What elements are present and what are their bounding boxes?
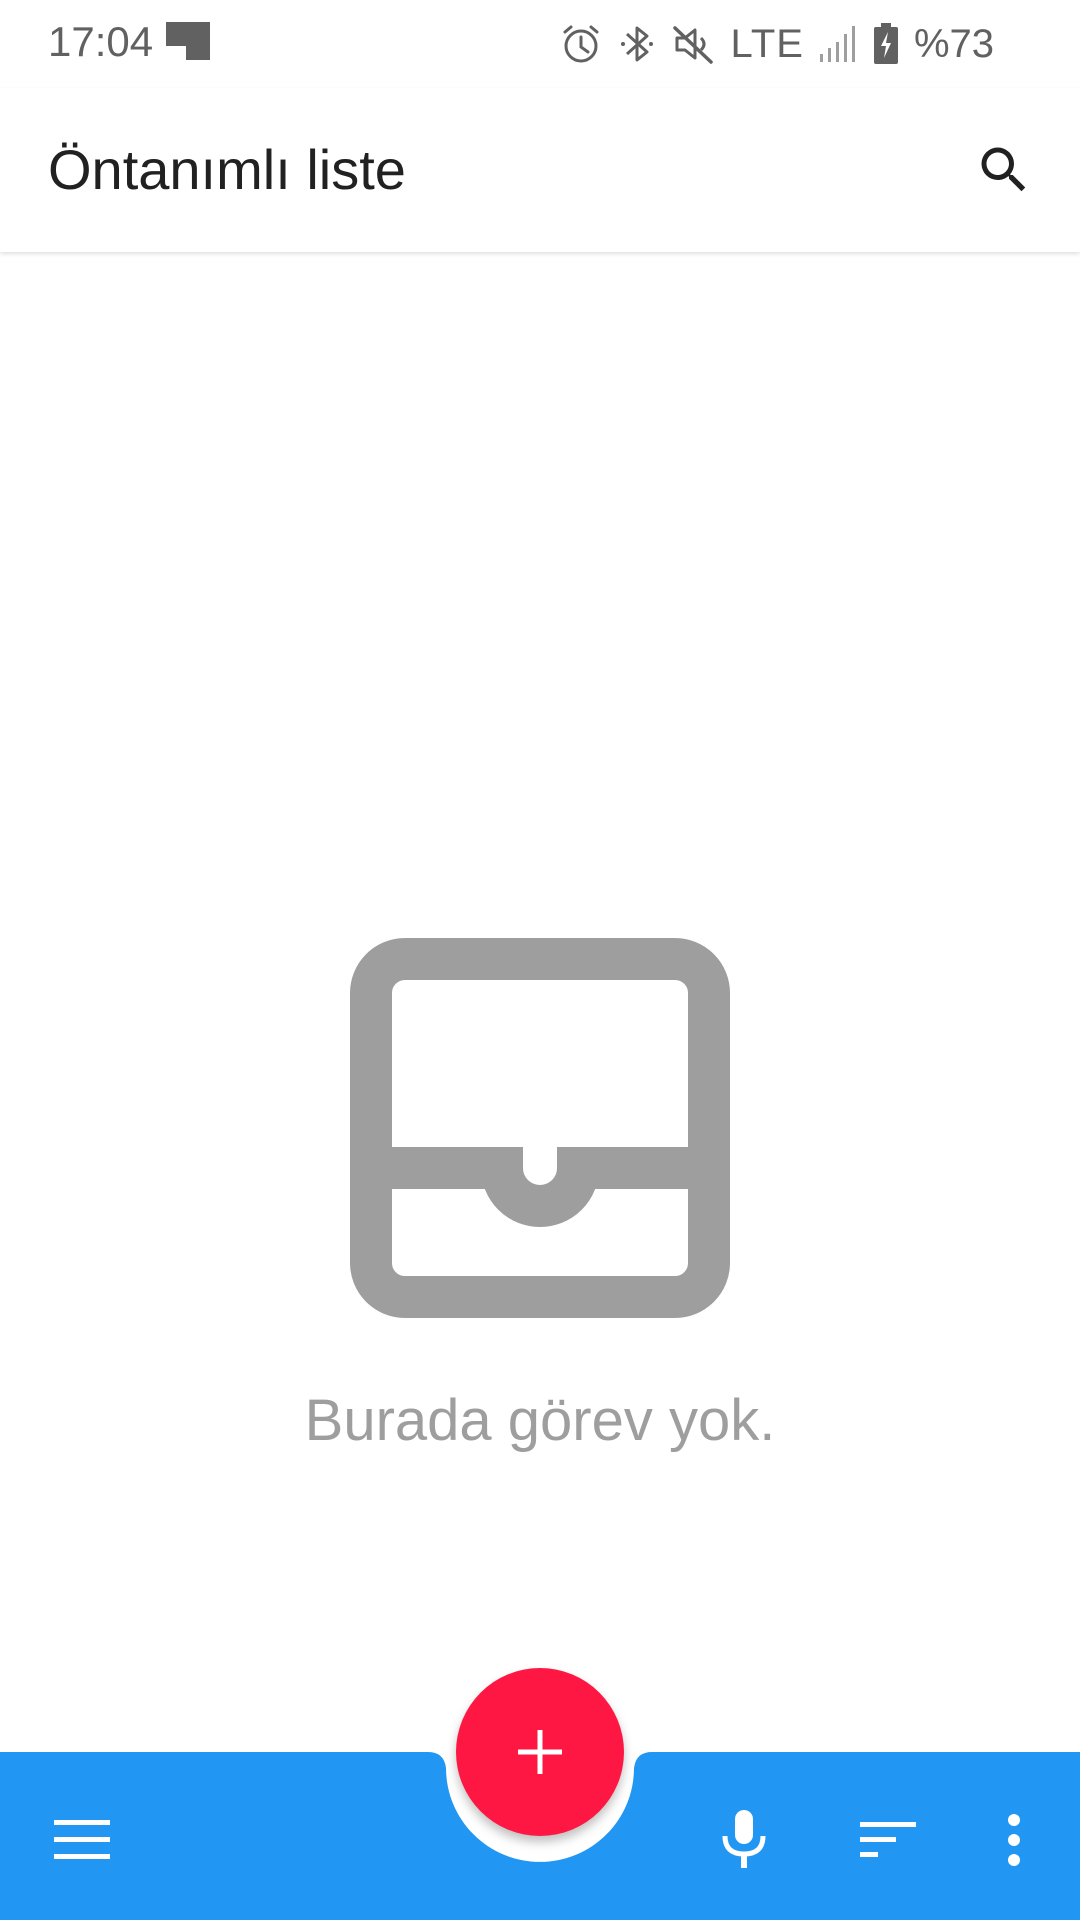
sort-icon [860, 1822, 916, 1857]
app-bar: Öntanımlı liste [0, 88, 1080, 252]
more-options-button[interactable] [966, 1792, 1062, 1888]
alarm-icon [563, 25, 599, 63]
add-icon [518, 1730, 562, 1774]
add-task-button[interactable] [456, 1668, 624, 1836]
screen: 17:04 LTE %73 Öntanımlı liste Burada gör… [0, 0, 1080, 1920]
battery-percent: %73 [913, 22, 994, 66]
menu-icon [54, 1820, 110, 1859]
status-bar: 17:04 LTE %73 [0, 0, 1080, 88]
sort-button[interactable] [840, 1792, 936, 1888]
status-time: 17:04 [48, 18, 154, 65]
empty-message: Burada görev yok. [304, 1388, 776, 1453]
signal-icon [819, 26, 855, 62]
inbox-icon [350, 938, 730, 1318]
page-title: Öntanımlı liste [48, 138, 406, 201]
network-type: LTE [730, 22, 804, 66]
search-icon [981, 147, 1026, 192]
status-icons: LTE %73 [559, 18, 994, 70]
microphone-icon [722, 1810, 766, 1868]
mute-icon [672, 26, 713, 64]
empty-state: Burada görev yok. [0, 938, 1080, 1456]
battery-charging-icon [873, 23, 898, 64]
search-button[interactable] [964, 130, 1044, 210]
notification-icon [166, 22, 210, 60]
more-vert-icon [1008, 1814, 1020, 1866]
voice-input-button[interactable] [696, 1792, 792, 1888]
bluetooth-icon [620, 26, 653, 62]
menu-button[interactable] [36, 1792, 132, 1888]
